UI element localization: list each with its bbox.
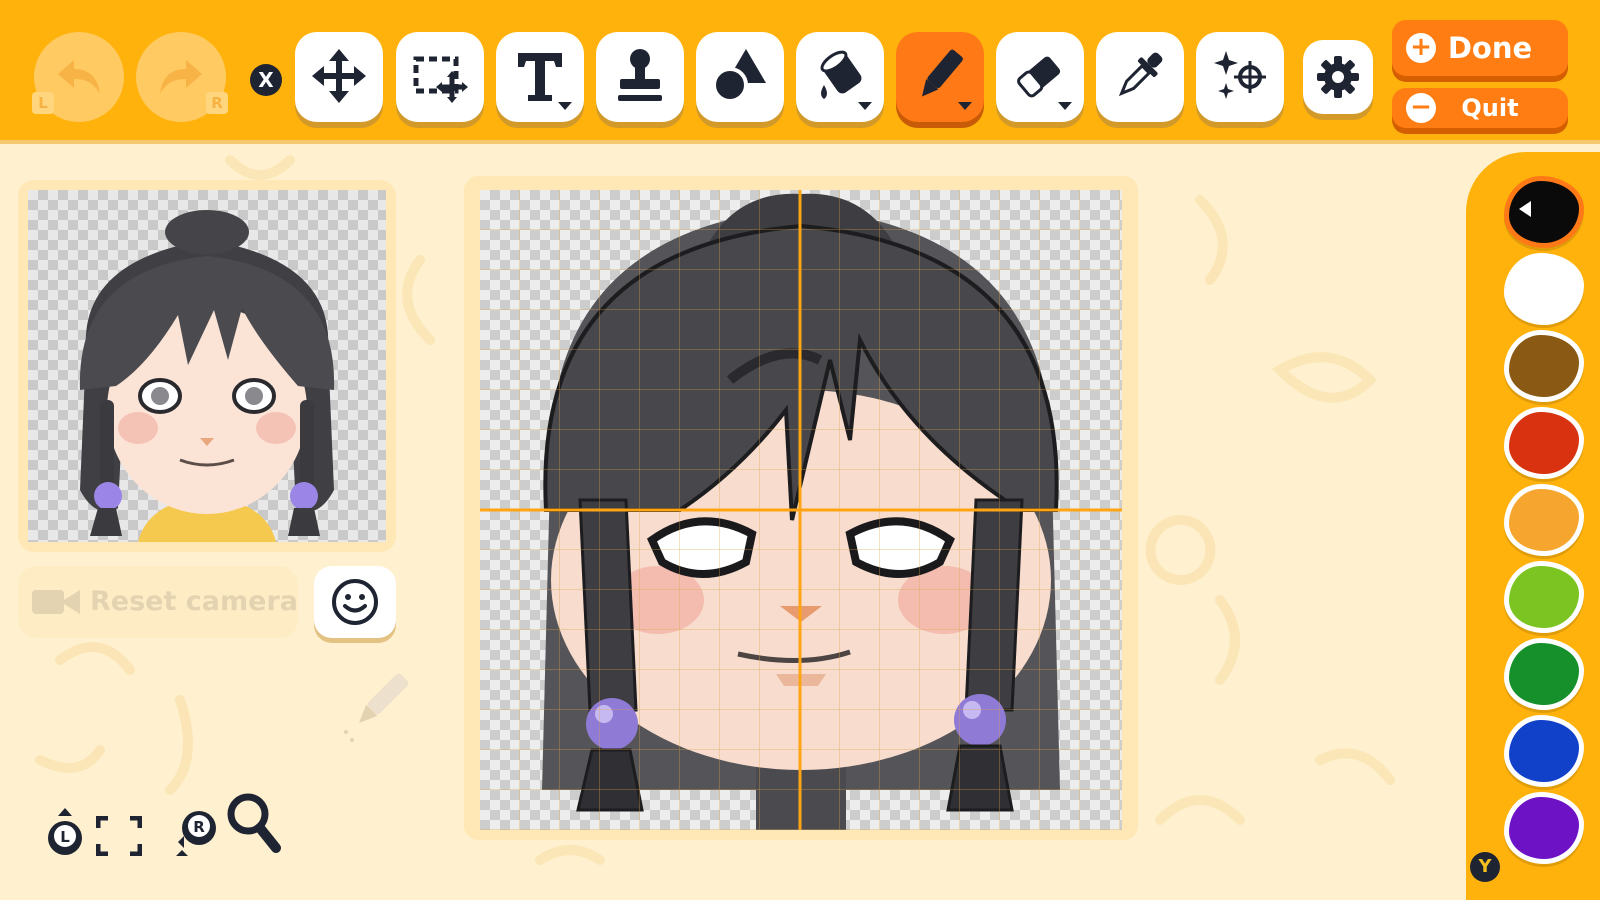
dropdown-caret-icon [858, 102, 872, 110]
canvas-grid [480, 190, 1122, 830]
quit-button[interactable]: − Quit [1392, 88, 1568, 128]
settings-button[interactable] [1303, 40, 1373, 114]
reset-camera-button[interactable]: Reset camera [18, 566, 298, 638]
paint-bucket-icon [820, 50, 862, 99]
marquee-select-icon [413, 56, 468, 103]
select-tool[interactable] [396, 32, 484, 122]
character-preview-panel [18, 180, 396, 552]
eraser-icon [1017, 56, 1061, 98]
face-toggle-button[interactable] [314, 566, 396, 638]
pen-icon [922, 49, 963, 97]
drawing-canvas-panel [464, 176, 1138, 840]
done-button[interactable]: + Done [1392, 20, 1568, 76]
redo-button[interactable]: R [136, 32, 228, 122]
zoom-magnifier-icon[interactable] [226, 792, 282, 858]
smiley-face-icon [332, 579, 378, 625]
stamp-tool[interactable] [596, 32, 684, 122]
left-stick-icon[interactable]: L [44, 806, 86, 858]
color-swatch[interactable] [1504, 561, 1584, 633]
selected-pointer-icon [1519, 201, 1531, 217]
dropdown-caret-icon [958, 102, 972, 110]
shapes-icon [712, 49, 766, 103]
video-camera-icon [32, 590, 80, 614]
text-t-icon [518, 53, 562, 101]
redo-badge: R [206, 92, 228, 114]
close-badge-button[interactable]: X [250, 64, 282, 96]
stamp-icon [618, 49, 662, 101]
color-swatch[interactable] [1504, 176, 1584, 248]
fullscreen-bracket-icon[interactable] [96, 816, 142, 856]
fill-tool[interactable] [796, 32, 884, 122]
dropdown-caret-icon [558, 102, 572, 110]
right-stick-icon[interactable]: R [174, 806, 220, 858]
right-stick-badge: R [193, 818, 205, 836]
move-tool[interactable] [295, 32, 383, 122]
eyedropper-icon [1118, 52, 1163, 97]
redo-arrow-icon [160, 60, 202, 94]
color-swatch[interactable] [1504, 253, 1584, 325]
character-preview-3d[interactable] [28, 190, 386, 542]
dropdown-caret-icon [1058, 102, 1072, 110]
sparkle-target-icon [1214, 51, 1266, 99]
gear-icon [1317, 56, 1359, 98]
color-swatch[interactable] [1504, 407, 1584, 479]
reset-camera-label: Reset camera [90, 586, 298, 617]
color-palette [1466, 152, 1600, 900]
top-toolbar: L R X + Done − Quit [0, 0, 1600, 140]
left-stick-badge: L [60, 828, 70, 846]
quit-label: Quit [1461, 94, 1519, 122]
move-arrows-icon [312, 49, 366, 103]
pen-tool[interactable] [896, 32, 984, 122]
drawing-pen-hint-icon [344, 673, 409, 742]
eyedropper-tool[interactable] [1096, 32, 1184, 122]
drawing-canvas[interactable] [480, 190, 1122, 830]
color-swatch[interactable] [1504, 792, 1584, 864]
effects-tool[interactable] [1196, 32, 1284, 122]
color-swatch[interactable] [1504, 638, 1584, 710]
color-swatch[interactable] [1504, 715, 1584, 787]
undo-badge: L [32, 92, 54, 114]
text-tool[interactable] [496, 32, 584, 122]
undo-button[interactable]: L [32, 32, 124, 122]
y-button-badge[interactable]: Y [1470, 852, 1500, 882]
done-label: Done [1447, 31, 1533, 65]
color-swatch[interactable] [1504, 484, 1584, 556]
undo-arrow-icon [58, 60, 100, 94]
shape-tool[interactable] [696, 32, 784, 122]
color-swatch[interactable] [1504, 330, 1584, 402]
character-preview-image [79, 210, 335, 542]
eraser-tool[interactable] [996, 32, 1084, 122]
